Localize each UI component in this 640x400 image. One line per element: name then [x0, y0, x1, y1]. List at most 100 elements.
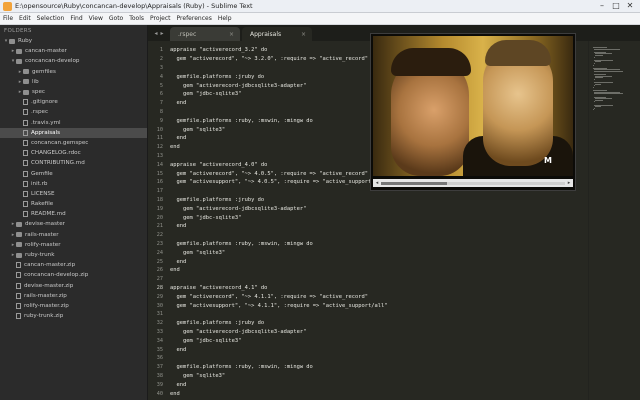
close-button[interactable]: ✕: [625, 1, 635, 11]
sidebar-folder[interactable]: ▸ rolify-master: [0, 240, 147, 250]
sidebar-file[interactable]: README.md: [0, 209, 147, 219]
tab-rspec[interactable]: .rspec ×: [170, 27, 240, 41]
sidebar-file[interactable]: init.rb: [0, 179, 147, 189]
close-icon[interactable]: ×: [301, 31, 306, 38]
sidebar-file[interactable]: cancan-master.zip: [0, 260, 147, 270]
line-number: 32: [156, 320, 163, 327]
sidebar-item-label: CONTRIBUTING.md: [31, 160, 85, 167]
sidebar-item-label: devise-master: [25, 221, 65, 228]
code-text: gem "sqlite3": [170, 372, 226, 379]
video-player[interactable]: M ◂ ▸: [370, 33, 576, 191]
sidebar-folder[interactable]: ▸ lib: [0, 77, 147, 87]
sidebar-file[interactable]: Appraisals: [0, 127, 147, 138]
file-icon: [23, 119, 28, 126]
line-number: 30: [156, 302, 163, 309]
seek-forward-icon[interactable]: ▸: [565, 180, 573, 186]
menu-file[interactable]: File: [3, 15, 13, 22]
seek-back-icon[interactable]: ◂: [373, 180, 381, 186]
menu-preferences[interactable]: Preferences: [177, 15, 212, 22]
line-number: 31: [156, 311, 163, 318]
menu-tools[interactable]: Tools: [129, 15, 144, 22]
sidebar-folder[interactable]: ▾ Ruby: [0, 36, 147, 46]
sidebar-folder[interactable]: ▸ devise-master: [0, 219, 147, 229]
file-icon: [16, 313, 21, 320]
tab-next-icon[interactable]: ▸: [161, 30, 164, 37]
sidebar-file[interactable]: Gemfile: [0, 168, 147, 178]
sidebar-file[interactable]: CONTRIBUTING.md: [0, 158, 147, 168]
sidebar-file[interactable]: LICENSE: [0, 189, 147, 199]
menu-goto[interactable]: Goto: [109, 15, 123, 22]
sidebar-file[interactable]: concancan-develop.zip: [0, 270, 147, 280]
maximize-button[interactable]: □: [611, 1, 621, 11]
sidebar-file[interactable]: rails-master.zip: [0, 291, 147, 301]
tab-appraisals[interactable]: Appraisals ×: [242, 27, 312, 41]
minimap[interactable]: [588, 41, 640, 400]
sidebar-file[interactable]: .gitignore: [0, 97, 147, 107]
file-icon: [23, 211, 28, 218]
code-line: 31: [148, 310, 588, 319]
sidebar-item-label: rolify-master.zip: [24, 302, 69, 309]
minimap-line: [593, 56, 596, 58]
minimap-line: [593, 48, 621, 50]
sidebar-file[interactable]: CHANGELOG.rdoc: [0, 148, 147, 158]
code-line: 28 appraise "activerecord_4.1" do: [148, 284, 588, 293]
close-icon[interactable]: ×: [229, 31, 234, 38]
code-line: 20 gem "jdbc-sqlite3": [148, 213, 588, 222]
code-line: 26 end: [148, 266, 588, 275]
sidebar-item-label: CHANGELOG.rdoc: [31, 150, 81, 157]
seek-bar-fill: [381, 181, 448, 185]
folder-icon: [16, 232, 22, 238]
sidebar-file[interactable]: Rakefile: [0, 199, 147, 209]
sidebar-file[interactable]: .rspec: [0, 107, 147, 117]
sidebar-file[interactable]: devise-master.zip: [0, 281, 147, 291]
code-text: gemfile.platforms :ruby, :mswin, :mingw …: [170, 364, 313, 371]
sidebar-item-label: README.md: [31, 211, 66, 218]
sidebar-item-label: rails-master.zip: [24, 292, 67, 299]
tab-prev-icon[interactable]: ◂: [154, 30, 157, 37]
sidebar-file[interactable]: ruby-trunk.zip: [0, 311, 147, 321]
line-number: 17: [156, 188, 163, 195]
line-number: 24: [156, 249, 163, 256]
minimize-button[interactable]: –: [597, 1, 607, 11]
code-text: gem "activerecord", "~> 4.0.5", :require…: [170, 170, 368, 177]
line-number: 3: [159, 64, 163, 71]
sidebar-folder[interactable]: ▸ ruby-trunk: [0, 250, 147, 260]
sidebar-folder[interactable]: ▾ concancan-develop: [0, 56, 147, 66]
sidebar-item-label: LICENSE: [31, 190, 55, 197]
sidebar-folder[interactable]: ▸ gemfiles: [0, 67, 147, 77]
sidebar-folder[interactable]: ▸ cancan-master: [0, 46, 147, 56]
sidebar-item-label: concancan-develop: [25, 58, 80, 65]
folders-header: FOLDERS: [4, 28, 32, 34]
code-text: gem "jdbc-sqlite3": [170, 214, 242, 221]
code-line: 29 gem "activerecord", "~> 4.1.1", :requ…: [148, 292, 588, 301]
menu-edit[interactable]: Edit: [19, 15, 31, 22]
code-line: 33 gem "activerecord-jdbcsqlite3-adapter…: [148, 328, 588, 337]
seek-bar[interactable]: [381, 181, 565, 185]
video-frame[interactable]: M: [373, 36, 573, 176]
sidebar-item-label: concancan.gemspec: [31, 139, 89, 146]
code-text: appraise "activerecord_4.1" do: [170, 284, 268, 291]
minimap-line: [594, 55, 603, 56]
line-number: 38: [156, 372, 163, 379]
menu-find[interactable]: Find: [70, 15, 82, 22]
sidebar-folder[interactable]: ▸ rails-master: [0, 230, 147, 240]
sidebar-file[interactable]: rolify-master.zip: [0, 301, 147, 311]
line-number: 5: [159, 82, 163, 89]
sidebar-file[interactable]: concancan.gemspec: [0, 138, 147, 148]
sidebar-folder[interactable]: ▸ spec: [0, 87, 147, 97]
sidebar-file[interactable]: .travis.yml: [0, 118, 147, 128]
line-number: 36: [156, 355, 163, 362]
menu-help[interactable]: Help: [218, 15, 232, 22]
sidebar-item-label: rails-master: [25, 231, 59, 238]
sidebar-item-label: init.rb: [31, 180, 48, 187]
menu-project[interactable]: Project: [150, 15, 171, 22]
line-number: 37: [156, 364, 163, 371]
code-line: 34 gem "jdbc-sqlite3": [148, 336, 588, 345]
menu-view[interactable]: View: [89, 15, 103, 22]
menu-selection[interactable]: Selection: [37, 15, 65, 22]
video-person-left-hair: [391, 48, 471, 76]
file-icon: [16, 272, 21, 279]
sidebar-item-label: gemfiles: [32, 68, 56, 75]
line-number: 29: [156, 293, 163, 300]
title-bar: E:\opensource\Ruby\concancan-develop\App…: [0, 0, 640, 13]
